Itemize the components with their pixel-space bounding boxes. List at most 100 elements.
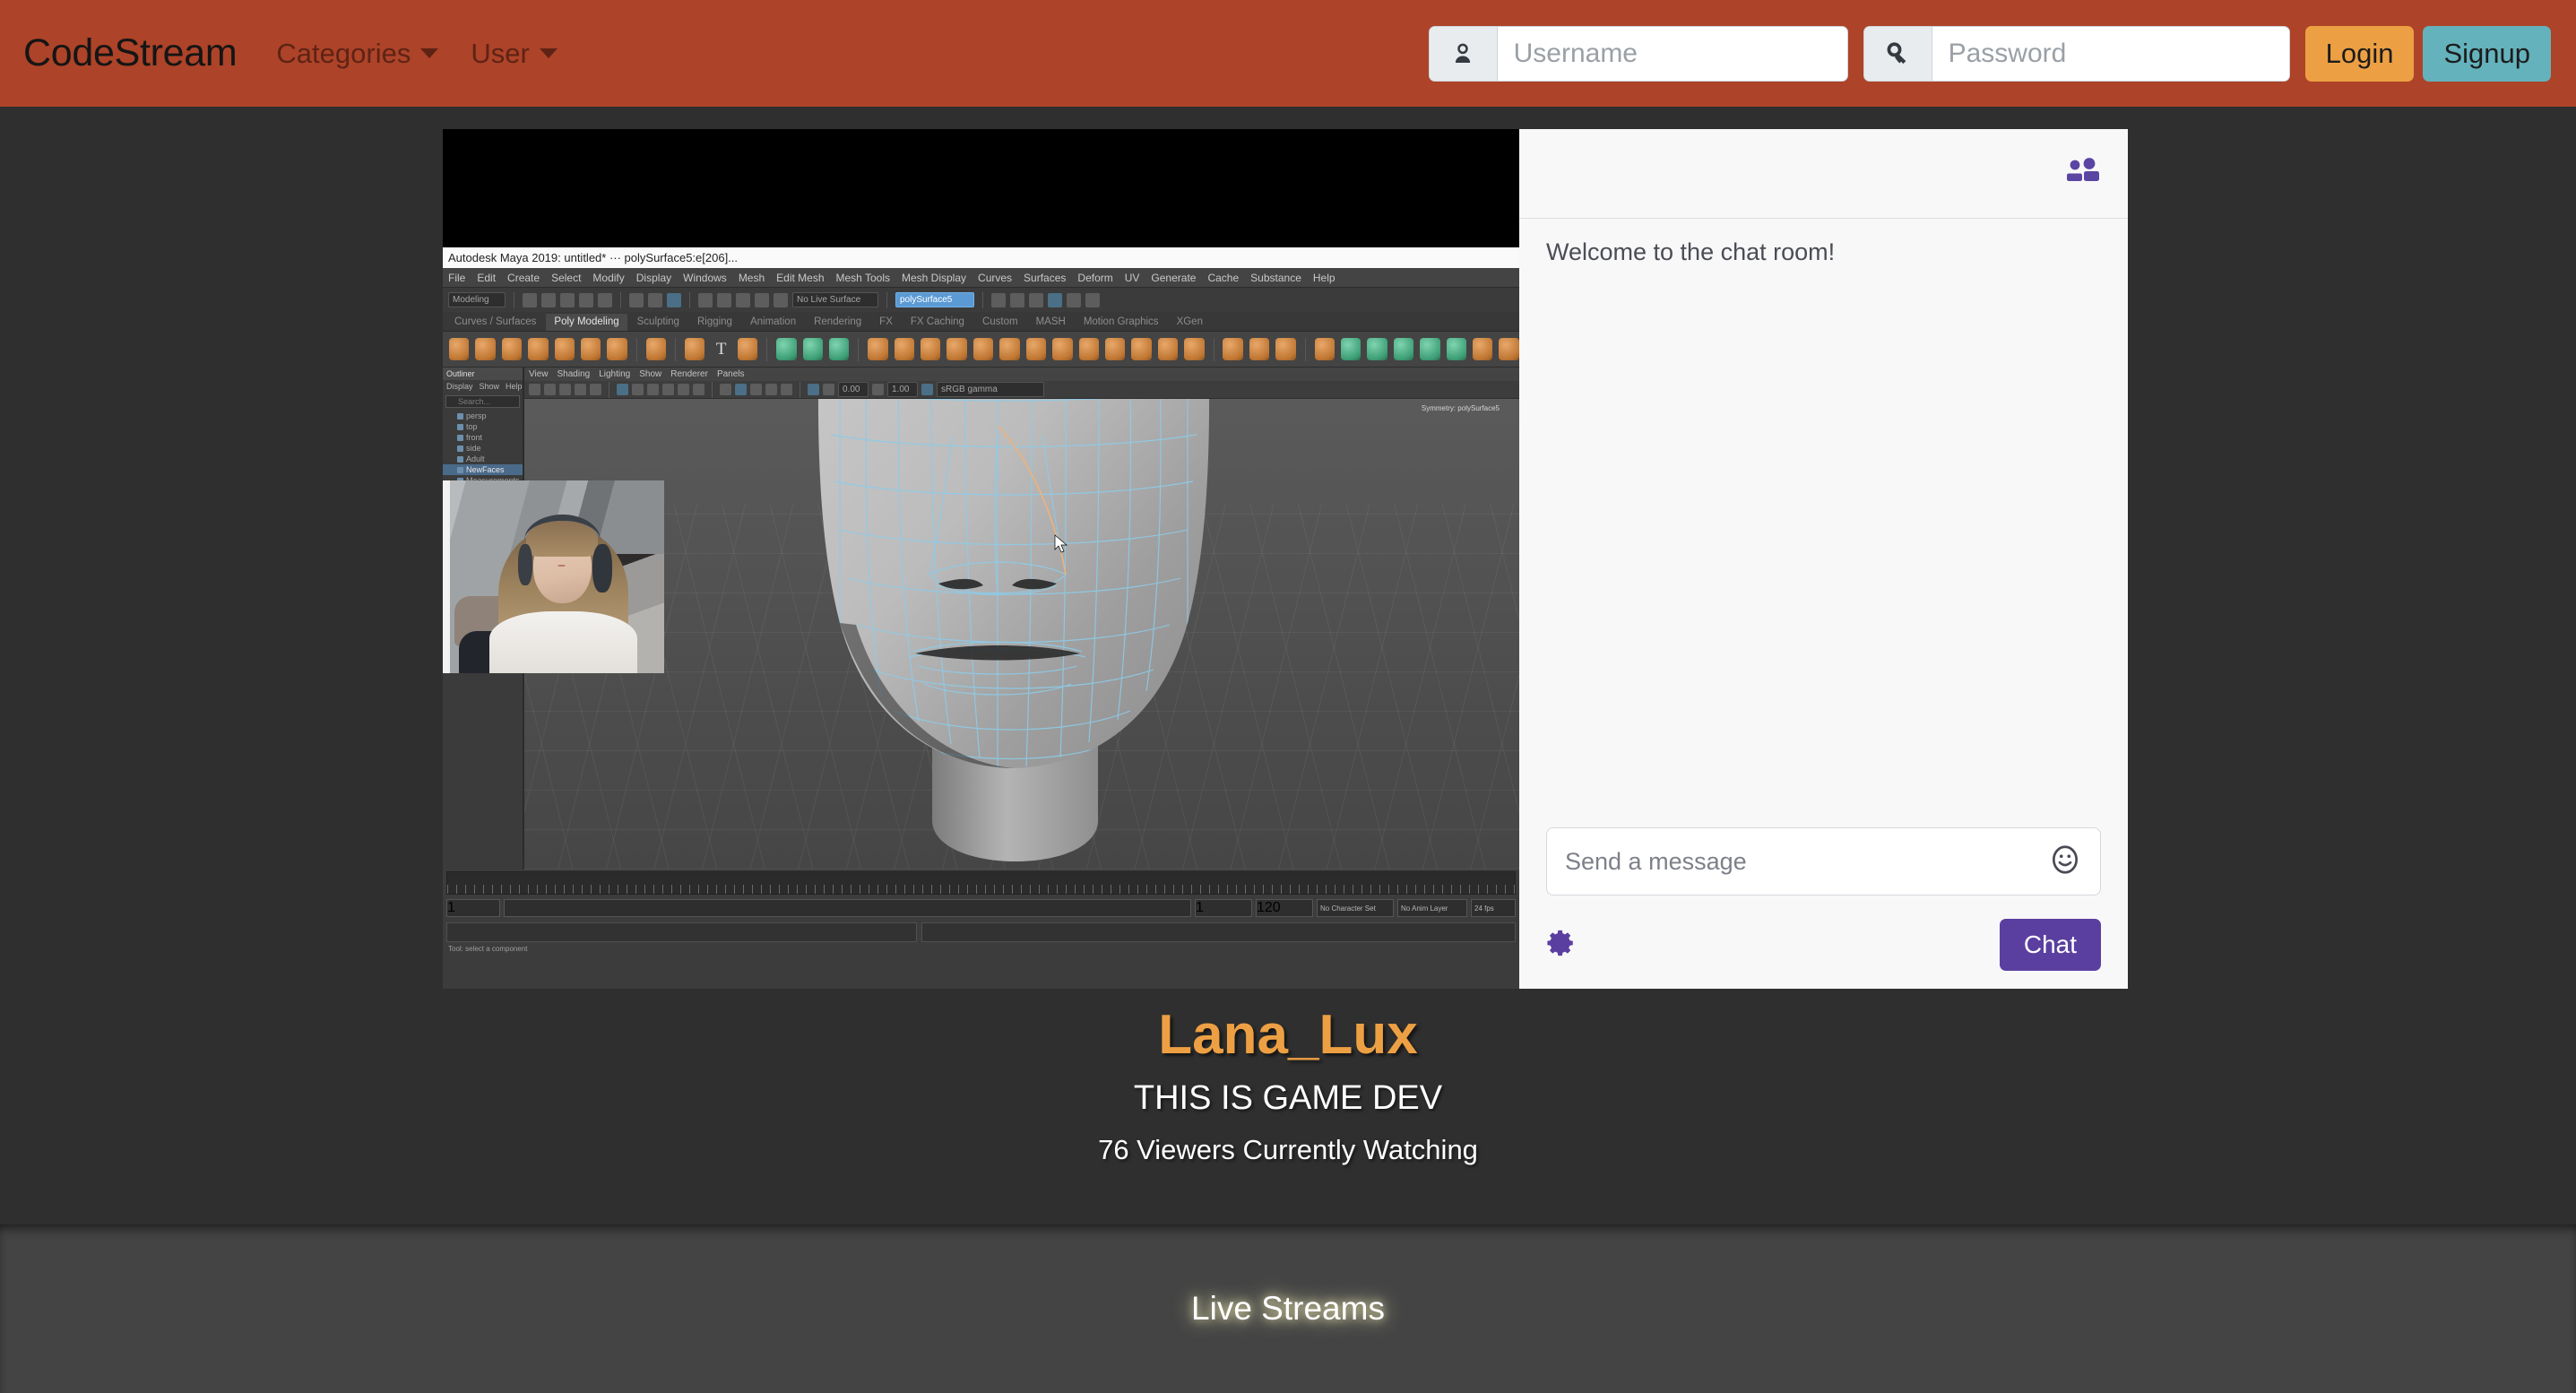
gamma-icon[interactable] [872, 384, 884, 395]
time-slider[interactable] [446, 871, 1516, 895]
undo-icon[interactable] [579, 292, 593, 307]
maya-menu-item[interactable]: Create [507, 272, 540, 284]
ipr-render-icon[interactable] [1085, 292, 1100, 307]
shaded-wireframe-icon[interactable] [647, 384, 659, 395]
snap-curve-icon[interactable] [717, 292, 731, 307]
viewport-menu-panels[interactable]: Panels [717, 369, 745, 379]
depth-of-field-icon[interactable] [765, 384, 777, 395]
snap-grid-icon[interactable] [698, 292, 713, 307]
maya-menu-item[interactable]: Select [551, 272, 581, 284]
shadows-icon[interactable] [693, 384, 705, 395]
lasso-tool-icon[interactable] [648, 292, 662, 307]
viewport-menu-show[interactable]: Show [639, 369, 661, 379]
svg-tool-icon[interactable] [737, 338, 758, 360]
playback-start-field[interactable]: 1 [1195, 899, 1252, 917]
shelf-tab[interactable]: MASH [1028, 314, 1074, 331]
freeze-transform-icon[interactable] [802, 338, 823, 360]
maya-menu-item[interactable]: Deform [1077, 272, 1112, 284]
exposure-value[interactable]: 0.00 [838, 382, 869, 397]
smiley-icon[interactable] [2048, 843, 2082, 881]
snap-projection-icon[interactable] [755, 292, 769, 307]
shelf-tab-active[interactable]: Poly Modeling [546, 314, 627, 331]
character-set-select[interactable]: No Character Set [1317, 899, 1394, 917]
username-input[interactable] [1497, 26, 1847, 81]
color-management-icon[interactable] [921, 384, 933, 395]
shelf-tab[interactable]: XGen [1169, 314, 1211, 331]
live-surface-field[interactable]: No Live Surface [792, 292, 878, 307]
playback-end-field[interactable]: 120 [1256, 899, 1313, 917]
nav-item-user[interactable]: User [454, 32, 573, 75]
shelf-tab[interactable]: Sculpting [629, 314, 687, 331]
viewport-canvas[interactable]: Symmetry: polySurface5 [524, 399, 1519, 870]
uv-unfold-icon[interactable] [1446, 338, 1466, 360]
login-button[interactable]: Login [2304, 25, 2415, 82]
open-file-icon[interactable] [541, 292, 556, 307]
uv-snapshot-icon[interactable] [1499, 338, 1519, 360]
render-view-icon[interactable] [1067, 292, 1081, 307]
selection-name-field[interactable]: polySurface5 [895, 292, 974, 307]
attribute-editor-icon[interactable] [1010, 292, 1024, 307]
uv-planar-icon[interactable] [1340, 338, 1361, 360]
poly-cylinder-icon[interactable] [501, 338, 523, 360]
sculpt-icon[interactable] [645, 338, 667, 360]
channel-box-icon[interactable] [1029, 292, 1043, 307]
outliner-menu-display[interactable]: Display [446, 382, 473, 391]
booleans-icon[interactable] [921, 338, 941, 360]
extrude-icon[interactable] [947, 338, 967, 360]
multicut-icon[interactable] [1157, 338, 1179, 360]
gamma-value[interactable]: 1.00 [887, 382, 918, 397]
viewport-menu-shading[interactable]: Shading [558, 369, 591, 379]
bevel-icon[interactable] [972, 338, 994, 360]
smooth-icon[interactable] [1052, 338, 1073, 360]
fps-select[interactable]: 24 fps [1471, 899, 1516, 917]
maya-menu-item[interactable]: Cache [1207, 272, 1239, 284]
range-start-field[interactable]: 1 [446, 899, 500, 917]
bridge-icon[interactable] [999, 338, 1020, 360]
snap-view-plane-icon[interactable] [774, 292, 788, 307]
command-output-field[interactable] [921, 922, 1516, 942]
shelf-tab[interactable]: Motion Graphics [1076, 314, 1167, 331]
maya-menu-item[interactable]: Help [1313, 272, 1336, 284]
two-d-pan-zoom-icon[interactable] [575, 384, 586, 395]
outliner-item[interactable]: Adult [443, 454, 523, 464]
outliner-menu-show[interactable]: Show [480, 382, 500, 391]
command-mel-field[interactable] [446, 922, 917, 942]
poly-cube-icon[interactable] [475, 338, 496, 360]
gamma-profile-select[interactable]: sRGB gamma [937, 382, 1044, 397]
nav-item-categories[interactable]: Categories [260, 32, 454, 75]
uv-editor-icon[interactable] [1314, 338, 1335, 360]
poly-cone-icon[interactable] [528, 338, 549, 360]
range-slider[interactable] [504, 899, 1191, 917]
bookmark-icon[interactable] [544, 384, 556, 395]
use-lights-icon[interactable] [678, 384, 689, 395]
mirror-icon[interactable] [1104, 338, 1126, 360]
paint-select-icon[interactable] [667, 292, 681, 307]
redo-icon[interactable] [598, 292, 612, 307]
password-input[interactable] [1932, 26, 2289, 81]
maya-menu-item[interactable]: UV [1125, 272, 1140, 284]
brand-logo[interactable]: CodeStream [23, 31, 238, 75]
viewport-menu-lighting[interactable]: Lighting [599, 369, 630, 379]
maya-mode-selector[interactable]: Modeling [448, 292, 506, 307]
center-pivot-icon[interactable] [776, 338, 797, 360]
maya-menu-item[interactable]: Modify [592, 272, 624, 284]
shelf-tab[interactable]: Rigging [689, 314, 740, 331]
outliner-item[interactable]: front [443, 432, 523, 443]
outliner-menu-help[interactable]: Help [506, 382, 523, 391]
combine-icon[interactable] [868, 338, 888, 360]
viewport-menu-view[interactable]: View [529, 369, 549, 379]
uv-automatic-icon[interactable] [1420, 338, 1440, 360]
anti-alias-icon[interactable] [735, 384, 747, 395]
motion-blur-icon[interactable] [750, 384, 762, 395]
shelf-tab[interactable]: FX [871, 314, 901, 331]
message-input[interactable] [1565, 847, 2048, 876]
grease-pencil-icon[interactable] [590, 384, 601, 395]
outliner-item[interactable]: side [443, 443, 523, 454]
outliner-item[interactable]: persp [443, 411, 523, 421]
maya-menu-item[interactable]: Windows [683, 272, 727, 284]
maya-menu-item[interactable]: Mesh Display [902, 272, 966, 284]
outliner-item[interactable]: top [443, 421, 523, 432]
exposure-icon[interactable] [823, 384, 834, 395]
poly-disc-icon[interactable] [607, 338, 627, 360]
smooth-shade-icon[interactable] [632, 384, 644, 395]
